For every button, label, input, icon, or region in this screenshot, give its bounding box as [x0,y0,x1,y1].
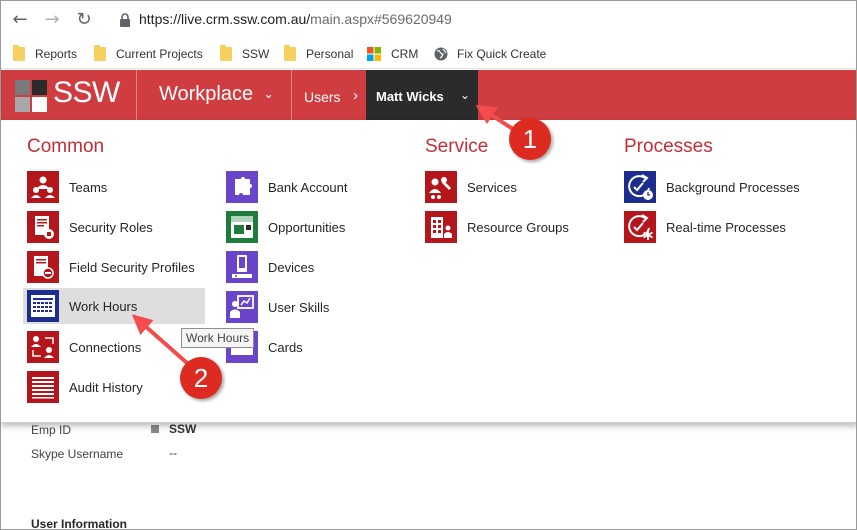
menu-item-opportunities[interactable]: Opportunities [226,209,406,245]
user-form: Emp ID SSW Skype Username -- User Inform… [1,421,856,530]
menu-item-label: Background Processes [666,179,800,195]
resource-groups-icon [425,211,457,243]
menu-item-label: Bank Account [268,179,348,195]
menu-item-label: Work Hours [69,298,138,314]
user-skills-icon [226,291,258,323]
bank-account-icon [226,171,258,203]
menu-item-work-hours[interactable]: Work Hours [23,288,205,324]
folder-icon [220,45,232,61]
bookmark-fix-quick-create[interactable]: Fix Quick Create [434,44,546,64]
menu-item-label: Field Security Profiles [69,259,195,275]
bookmark-label: Current Projects [116,47,203,61]
menu-item-bank-account[interactable]: Bank Account [226,169,406,205]
record-dropdown-menu: Common Service Processes Teams Security … [1,120,856,423]
menu-item-devices[interactable]: Devices [226,249,406,285]
skype-username-value[interactable]: -- [169,446,177,460]
emp-id-value[interactable]: SSW [169,422,196,436]
menu-item-services[interactable]: Services [425,169,605,205]
lock-icon [120,13,130,27]
menu-item-security-roles[interactable]: Security Roles [27,209,207,245]
reload-icon[interactable]: ↻ [73,9,95,31]
menu-item-connections[interactable]: Connections [27,329,207,365]
bookmark-label: CRM [391,47,419,61]
url-text: https://live.crm.ssw.com.au/main.aspx#56… [139,11,452,27]
breadcrumb-users[interactable]: Users [304,89,341,105]
back-icon[interactable]: ← [9,9,31,31]
chevron-down-icon[interactable]: ⌄ [460,88,470,102]
navbar-divider [291,70,292,120]
menu-item-real-time-processes[interactable]: Real-time Processes [624,209,824,245]
microsoft-icon [367,47,381,61]
bookmarks-bar: Reports Current Projects SSW Personal CR… [1,39,856,69]
globe-icon [434,47,448,61]
record-menu[interactable]: Matt Wicks ⌄ [366,70,478,120]
user-information-heading: User Information [31,517,128,530]
chevron-right-icon: › [353,87,358,104]
bookmark-current-projects[interactable]: Current Projects [94,44,203,64]
crm-navbar: SSW Workplace ⌄ Users › Matt Wicks ⌄ [1,70,856,120]
menu-item-teams[interactable]: Teams [27,169,207,205]
background-processes-icon [624,171,656,203]
screenshot-frame: ← → ↻ https://live.crm.ssw.com.au/main.a… [0,0,857,530]
record-name: Matt Wicks [376,89,444,104]
logo-text: SSW [53,76,120,109]
folder-icon [284,45,296,61]
services-icon [425,171,457,203]
callout-2: 2 [180,357,222,399]
connections-icon [27,331,59,363]
lock-field-icon [151,425,159,433]
bookmark-crm[interactable]: CRM [367,44,418,64]
menu-item-label: Opportunities [268,219,346,235]
bookmark-personal[interactable]: Personal [284,44,353,64]
field-security-profiles-icon [27,251,59,283]
menu-item-resource-groups[interactable]: Resource Groups [425,209,605,245]
callout-1: 1 [509,118,551,160]
folder-icon [13,45,25,61]
navbar-divider [136,70,137,120]
menu-item-label: Security Roles [69,219,153,235]
menu-item-field-security-profiles[interactable]: Field Security Profiles [27,249,207,285]
real-time-processes-icon [624,211,656,243]
area-label: Workplace [159,83,254,105]
url-path: main.aspx#569620949 [310,11,452,27]
bookmark-label: Fix Quick Create [457,47,547,61]
devices-icon [226,251,258,283]
bookmark-ssw[interactable]: SSW [220,44,269,64]
work-hours-tooltip: Work Hours [181,328,255,348]
menu-item-label: Devices [268,259,315,275]
chevron-down-icon: ⌄ [263,86,275,101]
teams-icon [27,171,59,203]
url-base: https://live.crm.ssw.com.au/ [139,11,311,27]
work-hours-icon [27,290,59,322]
emp-id-label: Emp ID [31,423,72,437]
opportunities-icon [226,211,258,243]
bookmark-label: Personal [306,47,354,61]
browser-toolbar: ← → ↻ https://live.crm.ssw.com.au/main.a… [1,1,856,39]
bookmark-label: Reports [35,47,78,61]
menu-item-label: Cards [268,339,303,355]
menu-item-label: Real-time Processes [666,219,786,235]
service-group-title: Service [425,136,489,157]
folder-icon [94,45,106,61]
common-group-title: Common [27,136,105,157]
bookmark-reports[interactable]: Reports [13,44,77,64]
menu-item-label: Teams [69,179,108,195]
menu-item-label: Services [467,179,517,195]
ssw-logo-icon [15,80,47,112]
menu-item-label: Resource Groups [467,219,569,235]
audit-history-icon [27,371,59,403]
menu-item-background-processes[interactable]: Background Processes [624,169,824,205]
security-roles-icon [27,211,59,243]
menu-item-label: Audit History [69,379,143,395]
skype-username-label: Skype Username [31,447,124,461]
menu-item-label: User Skills [268,299,330,315]
address-bar[interactable]: https://live.crm.ssw.com.au/main.aspx#56… [109,5,854,35]
menu-item-user-skills[interactable]: User Skills [226,289,406,325]
forward-icon[interactable]: → [41,9,63,31]
menu-item-label: Connections [69,339,142,355]
bookmark-label: SSW [242,47,270,61]
area-selector[interactable]: Workplace ⌄ [159,83,274,106]
processes-group-title: Processes [624,136,713,157]
